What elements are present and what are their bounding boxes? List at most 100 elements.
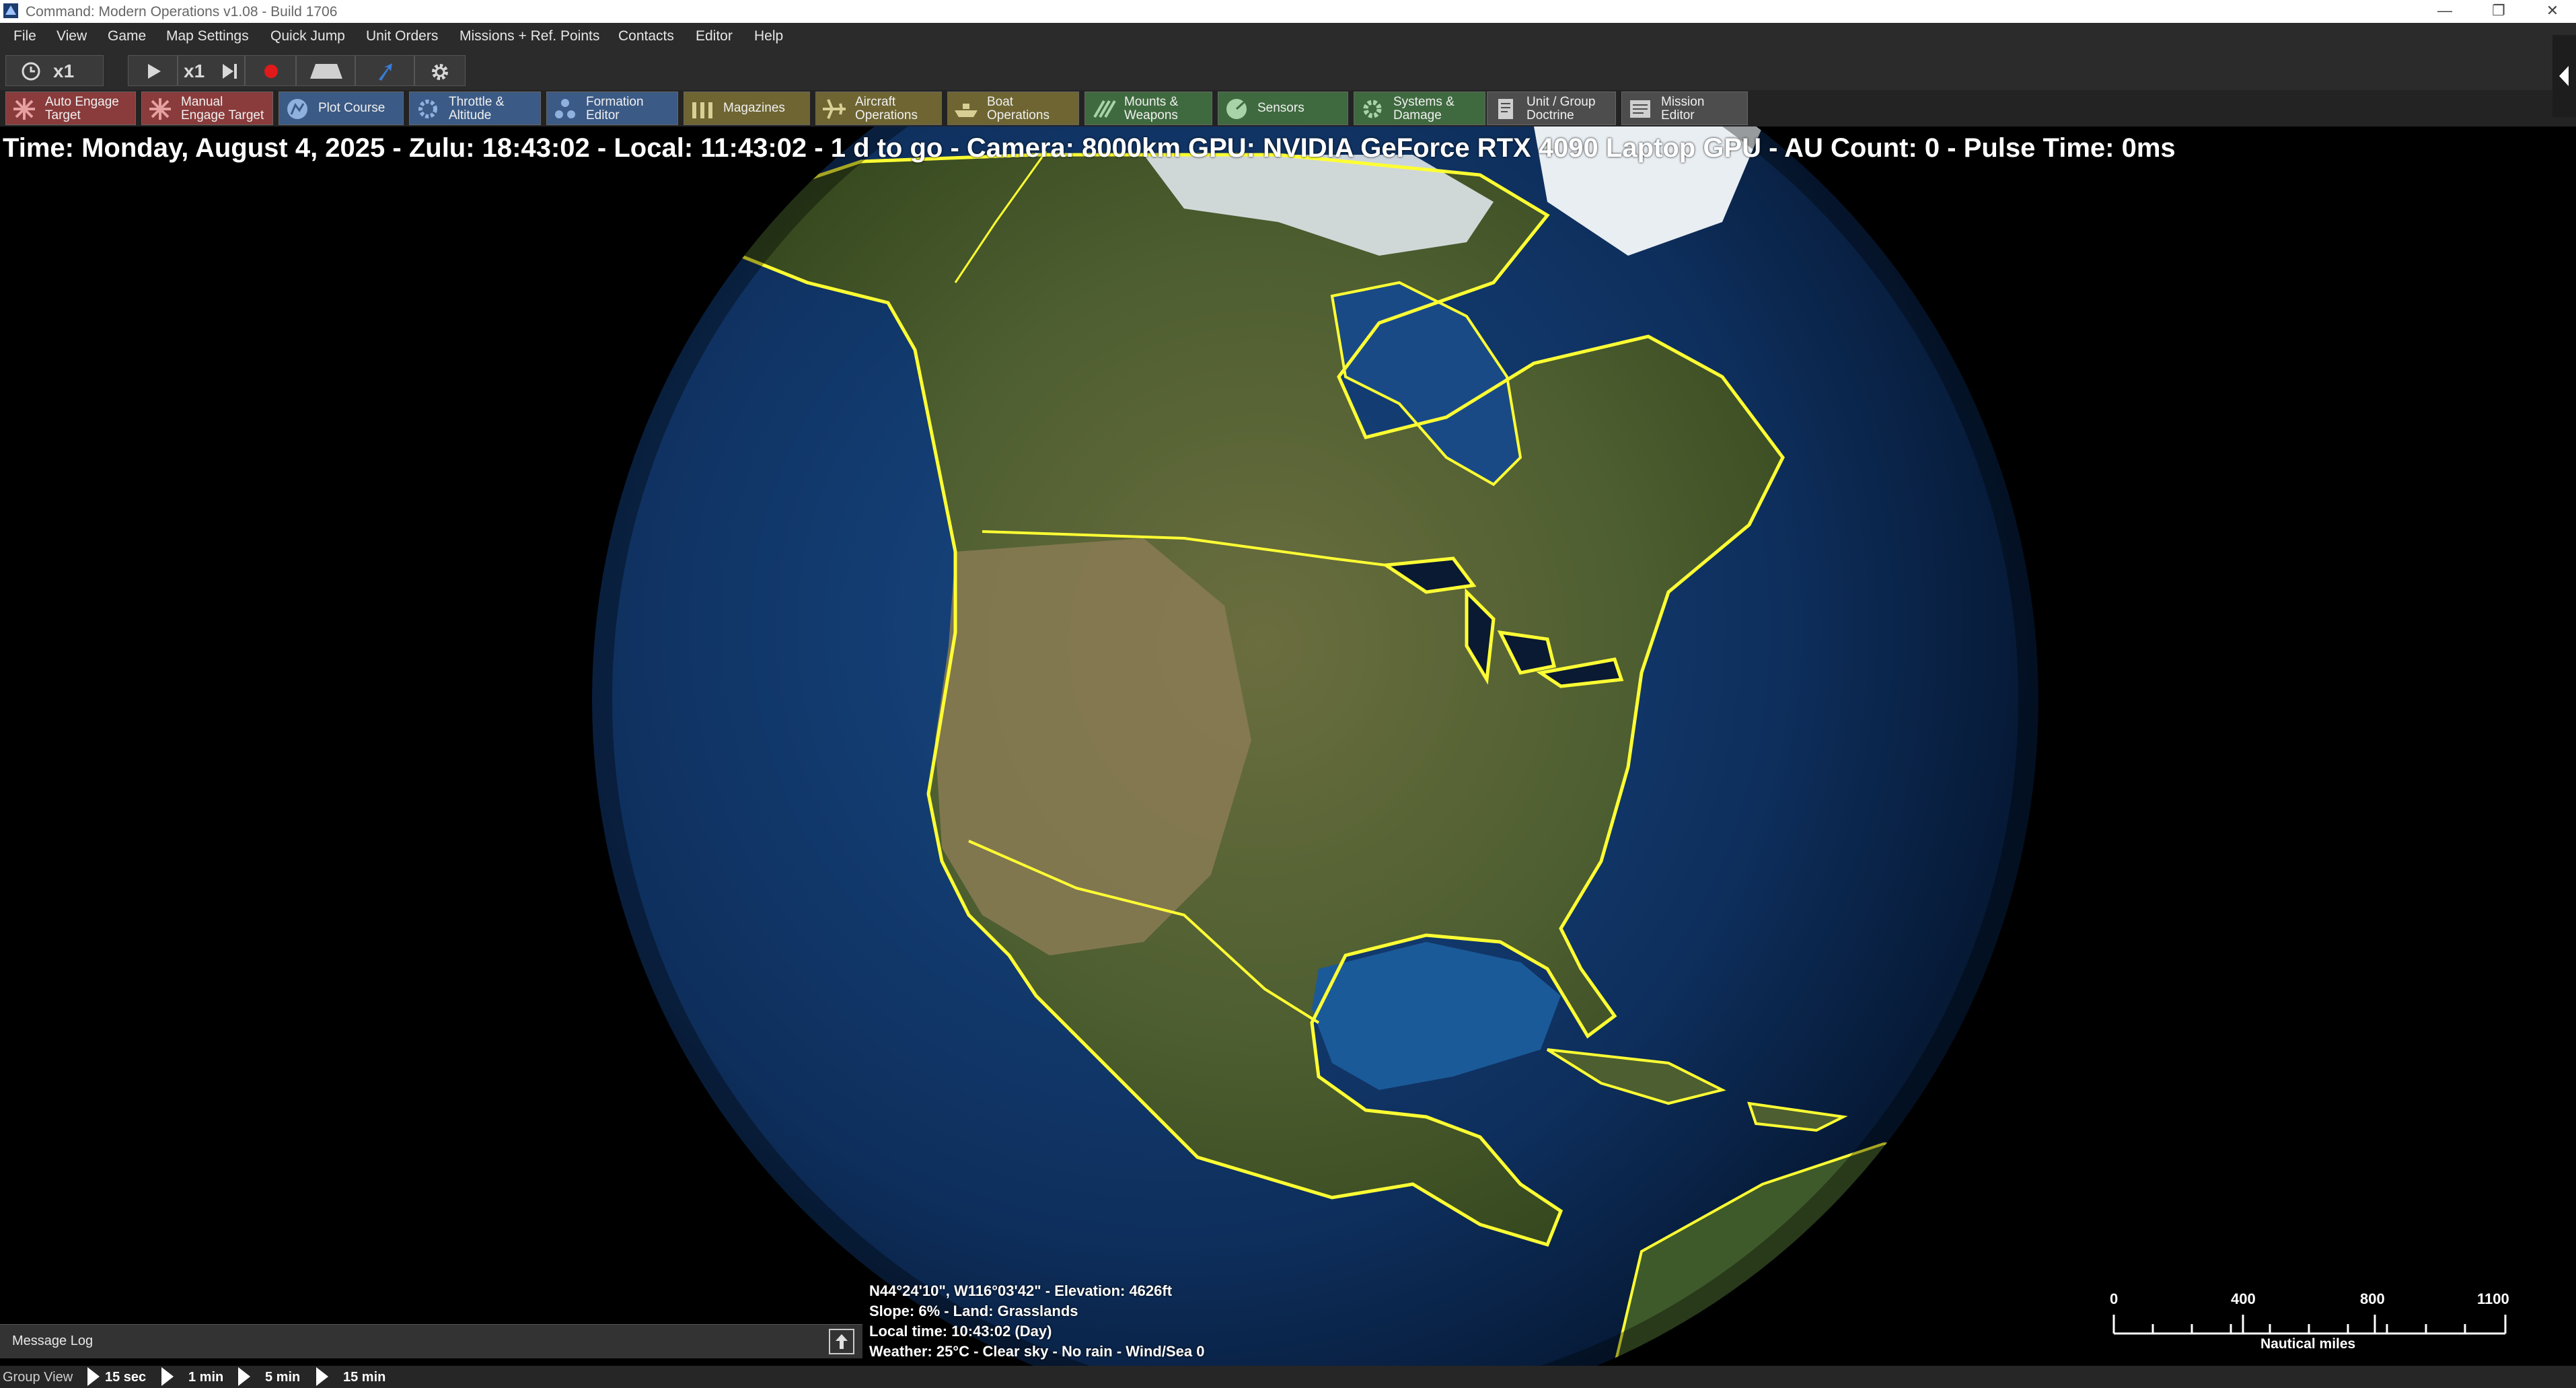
throttle-icon <box>418 100 437 118</box>
step-button[interactable]: x1 <box>178 55 245 86</box>
scale-tick-label: 0 <box>2110 1290 2119 1307</box>
auto-engage-target-label: Auto Engage Target <box>45 95 119 122</box>
boat-operations-button[interactable]: Boat Operations <box>947 92 1079 125</box>
menu-quick-jump[interactable]: Quick Jump <box>270 28 345 44</box>
scale-ruler <box>2112 1315 2507 1335</box>
time-toolbar: x1 x1 <box>0 51 2576 90</box>
menu-game[interactable]: Game <box>108 28 146 44</box>
mission-editor-label: Mission Editor <box>1661 95 1705 122</box>
sensors-icon <box>1226 99 1247 119</box>
formation-editor-button[interactable]: Formation Editor <box>546 92 678 125</box>
plot-course-icon <box>287 99 307 119</box>
arrow-up-icon <box>836 1334 848 1349</box>
play-button[interactable] <box>128 55 178 86</box>
expand-log-button[interactable] <box>829 1329 854 1354</box>
unit-commands-toolbar: Auto Engage Target Manual Engage Target … <box>0 90 2576 126</box>
mounts-weapons-label: Mounts & Weapons <box>1124 95 1179 122</box>
magazines-label: Magazines <box>723 101 785 115</box>
magazines-button[interactable]: Magazines <box>684 92 810 125</box>
systems-damage-icon <box>1363 100 1382 118</box>
title-bar: Command: Modern Operations v1.08 - Build… <box>0 0 2576 24</box>
mission-editor-button[interactable]: Mission Editor <box>1621 92 1748 125</box>
unit-group-doctrine-label: Unit / Group Doctrine <box>1526 95 1596 122</box>
menu-help[interactable]: Help <box>754 28 783 44</box>
manual-engage-icon <box>149 98 171 120</box>
time-step-1min[interactable]: 1 min <box>188 1370 223 1385</box>
map-view[interactable] <box>0 126 2576 1366</box>
sensors-label: Sensors <box>1257 101 1304 115</box>
app-icon <box>3 3 18 18</box>
scale-tick-label: 1100 <box>2477 1290 2509 1307</box>
time-compression-value: x1 <box>53 61 75 81</box>
menu-file[interactable]: File <box>13 28 36 44</box>
cursor-weather: Weather: 25°C - Clear sky - No rain - Wi… <box>869 1343 1205 1360</box>
play-15min-icon[interactable] <box>316 1367 328 1386</box>
aircraft-operations-button[interactable]: Aircraft Operations <box>815 92 942 125</box>
side-panel-toggle[interactable] <box>2552 35 2576 117</box>
clock-icon <box>22 62 40 81</box>
window-title: Command: Modern Operations v1.08 - Build… <box>26 4 338 20</box>
camera-icon <box>310 64 342 79</box>
menu-view[interactable]: View <box>57 28 87 44</box>
manual-engage-target-label: Manual Engage Target <box>181 95 264 122</box>
chevron-left-icon <box>2559 66 2569 86</box>
time-step-15min[interactable]: 15 min <box>343 1370 385 1385</box>
throttle-altitude-label: Throttle & Altitude <box>449 95 505 122</box>
play-5min-icon[interactable] <box>238 1367 250 1386</box>
plot-course-button[interactable]: Plot Course <box>279 92 404 125</box>
scale-tick-label: 800 <box>2360 1290 2385 1307</box>
menu-missions[interactable]: Missions + Ref. Points <box>459 28 599 44</box>
settings-button[interactable] <box>414 55 466 86</box>
cursor-local-time: Local time: 10:43:02 (Day) <box>869 1323 1052 1340</box>
camera-button[interactable] <box>296 55 355 86</box>
cursor-coordinates: N44°24'10", W116°03'42" - Elevation: 462… <box>869 1282 1173 1299</box>
manual-engage-target-button[interactable]: Manual Engage Target <box>141 92 273 125</box>
step-icon <box>223 64 237 79</box>
time-step-15sec[interactable]: 15 sec <box>105 1370 146 1385</box>
message-log-panel[interactable]: Message Log <box>0 1324 862 1358</box>
group-view-label: Group View <box>3 1370 73 1385</box>
scale-tick-label: 400 <box>2231 1290 2256 1307</box>
magazines-icon <box>692 102 712 118</box>
sim-info-line: Time: Monday, August 4, 2025 - Zulu: 18:… <box>3 133 2176 163</box>
time-compression-button[interactable]: x1 <box>5 55 104 86</box>
cursor-location-info: N44°24'10", W116°03'42" - Elevation: 462… <box>869 1281 1204 1362</box>
gear-icon <box>432 64 448 80</box>
formation-icon <box>555 99 575 118</box>
scale-unit: Nautical miles <box>2260 1336 2356 1352</box>
step-compression-value: x1 <box>184 61 205 81</box>
play-15sec-icon[interactable] <box>87 1367 100 1386</box>
cursor-terrain: Slope: 6% - Land: Grasslands <box>869 1303 1078 1319</box>
record-icon <box>264 65 278 78</box>
pointer-icon <box>379 63 392 81</box>
auto-engage-target-button[interactable]: Auto Engage Target <box>5 92 136 125</box>
menu-unit-orders[interactable]: Unit Orders <box>366 28 438 44</box>
mission-editor-icon <box>1630 100 1650 118</box>
mounts-weapons-button[interactable]: Mounts & Weapons <box>1084 92 1212 125</box>
menu-editor[interactable]: Editor <box>696 28 733 44</box>
sensors-button[interactable]: Sensors <box>1218 92 1348 125</box>
play-icon <box>148 64 161 79</box>
plot-course-label: Plot Course <box>318 101 385 115</box>
pointer-button[interactable] <box>355 55 414 86</box>
record-button[interactable] <box>245 55 296 86</box>
close-icon[interactable]: ✕ <box>2519 0 2576 23</box>
systems-damage-button[interactable]: Systems & Damage <box>1354 92 1485 125</box>
menu-contacts[interactable]: Contacts <box>618 28 674 44</box>
menu-bar: File View Game Map Settings Quick Jump U… <box>0 23 2576 51</box>
auto-engage-icon <box>13 98 35 120</box>
mounts-weapons-icon <box>1093 100 1116 118</box>
boat-icon <box>955 104 978 117</box>
play-1min-icon[interactable] <box>161 1367 174 1386</box>
unit-group-doctrine-button[interactable]: Unit / Group Doctrine <box>1487 92 1616 125</box>
menu-map-settings[interactable]: Map Settings <box>166 28 249 44</box>
time-step-5min[interactable]: 5 min <box>265 1370 300 1385</box>
status-bar: Group View 15 sec 1 min 5 min 15 min <box>0 1366 2576 1388</box>
throttle-altitude-button[interactable]: Throttle & Altitude <box>409 92 541 125</box>
systems-damage-label: Systems & Damage <box>1393 95 1455 122</box>
aircraft-operations-label: Aircraft Operations <box>855 95 918 122</box>
formation-editor-label: Formation Editor <box>586 95 644 122</box>
aircraft-icon <box>823 99 846 119</box>
boat-operations-label: Boat Operations <box>987 95 1050 122</box>
globe[interactable] <box>0 126 2576 1366</box>
